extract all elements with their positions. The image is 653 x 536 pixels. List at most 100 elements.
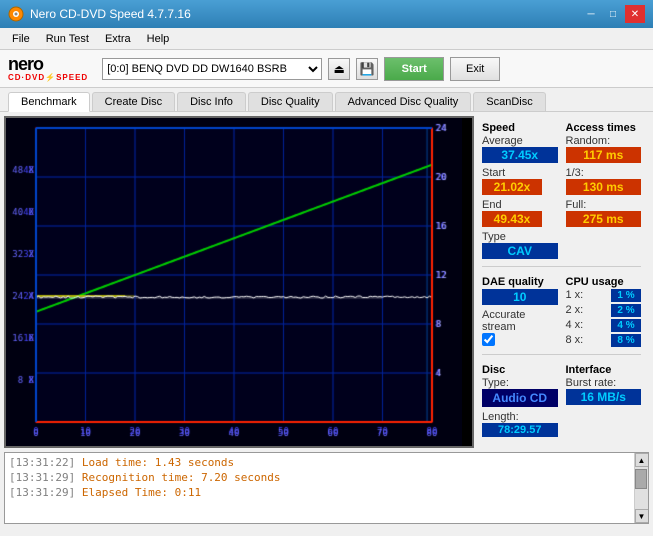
log-area: [13:31:22] Load time: 1.43 seconds [13:3… [4, 452, 649, 524]
log-entry-2: [13:31:29] Elapsed Time: 0:11 [9, 485, 630, 500]
log-time-1: [13:31:29] [9, 471, 75, 484]
divider-2 [482, 354, 641, 355]
tab-disc-info[interactable]: Disc Info [177, 92, 246, 111]
minimize-button[interactable]: ─ [581, 5, 601, 23]
log-text-1: Recognition time: 7.20 seconds [82, 471, 281, 484]
disc-type-label: Type: [482, 377, 558, 389]
accurate-label: Accurate stream [482, 309, 558, 333]
dae-cpu-row: DAE quality 10 Accurate stream CPU usage… [482, 274, 641, 347]
benchmark-chart [6, 118, 462, 448]
nero-logo: nero CD·DVD⚡SPEED [8, 55, 88, 82]
menu-help[interactable]: Help [139, 31, 178, 47]
tab-disc-quality[interactable]: Disc Quality [248, 92, 333, 111]
log-entry-0: [13:31:22] Load time: 1.43 seconds [9, 455, 630, 470]
log-time-2: [13:31:29] [9, 486, 75, 499]
scroll-up-arrow[interactable]: ▲ [635, 453, 649, 467]
dae-value: 10 [482, 289, 558, 305]
cpu-2x-label: 2 x: [566, 304, 584, 317]
speed-col: Speed Average 37.45x Start 21.02x End [482, 120, 558, 259]
start-col: Start 21.02x [482, 167, 542, 195]
burst-value: 16 MB/s [566, 389, 642, 405]
window-title: Nero CD-DVD Speed 4.7.7.16 [30, 7, 191, 21]
cpu-1x-value: 1 % [611, 289, 641, 302]
end-col: End 49.43x [482, 199, 542, 227]
average-label: Average [482, 135, 558, 147]
type-label: Type [482, 231, 558, 243]
log-content: [13:31:22] Load time: 1.43 seconds [13:3… [5, 453, 634, 523]
title-controls: ─ □ ✕ [581, 5, 645, 23]
tab-benchmark[interactable]: Benchmark [8, 92, 90, 112]
menu-file[interactable]: File [4, 31, 38, 47]
exit-button[interactable]: Exit [450, 57, 500, 81]
accurate-checkbox-row [482, 333, 558, 346]
random-label: Random: [566, 135, 642, 147]
tab-advanced-disc-quality[interactable]: Advanced Disc Quality [335, 92, 472, 111]
main-content: Speed Average 37.45x Start 21.02x End [0, 112, 653, 452]
eject-icon[interactable]: ⏏ [328, 58, 350, 80]
burst-label: Burst rate: [566, 377, 642, 389]
maximize-button[interactable]: □ [603, 5, 623, 23]
disc-interface-row: Disc Type: Audio CD Length: 78:29.57 Int… [482, 362, 641, 437]
disc-length-value: 78:29.57 [482, 423, 558, 437]
end-label: End [482, 199, 542, 211]
toolbar: nero CD·DVD⚡SPEED [0:0] BENQ DVD DD DW16… [0, 50, 653, 88]
cpu-title: CPU usage [566, 276, 642, 288]
full-value: 275 ms [566, 211, 642, 227]
cpu-4x-label: 4 x: [566, 319, 584, 332]
disc-title: Disc [482, 364, 558, 376]
title-bar-left: Nero CD-DVD Speed 4.7.7.16 [8, 6, 191, 22]
nero-logo-text: nero [8, 55, 88, 73]
cpu-1x-label: 1 x: [566, 289, 584, 302]
chart-wrapper [4, 116, 474, 448]
nero-logo-sub: CD·DVD⚡SPEED [8, 73, 88, 82]
speed-access-header: Speed Average 37.45x Start 21.02x End [482, 120, 641, 259]
speed-section: Speed Average 37.45x Start 21.02x End [482, 120, 641, 259]
menu-run-test[interactable]: Run Test [38, 31, 97, 47]
tab-create-disc[interactable]: Create Disc [92, 92, 175, 111]
cpu-2x-value: 2 % [611, 304, 641, 317]
log-text-0: Load time: 1.43 seconds [82, 456, 234, 469]
drive-select[interactable]: [0:0] BENQ DVD DD DW1640 BSRB [102, 58, 322, 80]
log-entry-1: [13:31:29] Recognition time: 7.20 second… [9, 470, 630, 485]
disc-length-label: Length: [482, 411, 558, 423]
cpu-8x-value: 8 % [611, 334, 641, 347]
disc-type-value: Audio CD [482, 389, 558, 407]
app-icon [8, 6, 24, 22]
one-third-value: 130 ms [566, 179, 642, 195]
speed-title: Speed [482, 122, 558, 134]
cpu-8x-label: 8 x: [566, 334, 584, 347]
log-time-0: [13:31:22] [9, 456, 75, 469]
right-panel: Speed Average 37.45x Start 21.02x End [474, 116, 649, 448]
one-third-label: 1/3: [566, 167, 642, 179]
full-label: Full: [566, 199, 642, 211]
cpu-col: CPU usage 1 x: 1 % 2 x: 2 % 4 x: 4 % 8 x… [566, 274, 642, 347]
scroll-thumb[interactable] [635, 469, 647, 489]
log-scrollbar[interactable]: ▲ ▼ [634, 453, 648, 523]
dae-col: DAE quality 10 Accurate stream [482, 274, 558, 347]
scroll-track [635, 467, 648, 509]
divider-1 [482, 266, 641, 267]
close-button[interactable]: ✕ [625, 5, 645, 23]
menu-extra[interactable]: Extra [97, 31, 139, 47]
access-title: Access times [566, 122, 642, 134]
interface-col: Interface Burst rate: 16 MB/s [566, 362, 642, 437]
accurate-checkbox[interactable] [482, 333, 495, 346]
random-value: 117 ms [566, 147, 642, 163]
disc-col: Disc Type: Audio CD Length: 78:29.57 [482, 362, 558, 437]
log-text-2: Elapsed Time: 0:11 [82, 486, 201, 499]
interface-title: Interface [566, 364, 642, 376]
start-label: Start [482, 167, 542, 179]
tab-scandisc[interactable]: ScanDisc [473, 92, 545, 111]
save-icon[interactable]: 💾 [356, 58, 378, 80]
dae-title: DAE quality [482, 276, 558, 288]
cpu-4x-value: 4 % [611, 319, 641, 332]
start-button[interactable]: Start [384, 57, 444, 81]
tab-bar: Benchmark Create Disc Disc Info Disc Qua… [0, 88, 653, 112]
access-col: Access times Random: 117 ms 1/3: 130 ms … [566, 120, 642, 259]
end-value: 49.43x [482, 211, 542, 227]
menu-bar: File Run Test Extra Help [0, 28, 653, 50]
type-value: CAV [482, 243, 558, 259]
title-bar: Nero CD-DVD Speed 4.7.7.16 ─ □ ✕ [0, 0, 653, 28]
scroll-down-arrow[interactable]: ▼ [635, 509, 649, 523]
start-value: 21.02x [482, 179, 542, 195]
